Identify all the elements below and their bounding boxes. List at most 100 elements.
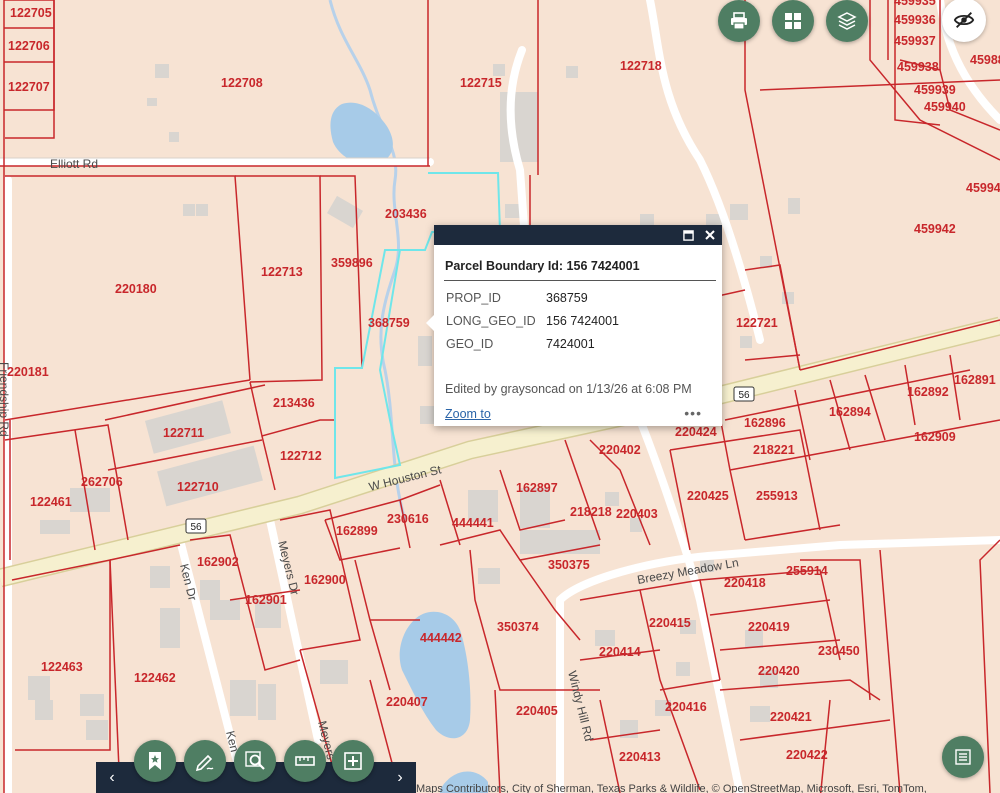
parcel-label: 122715 <box>460 76 502 90</box>
parcel-label: 220422 <box>786 748 828 762</box>
maximize-icon[interactable] <box>680 227 696 243</box>
legend-button[interactable] <box>942 736 984 778</box>
parcel-label: 220403 <box>616 507 658 521</box>
parcel-label: 220407 <box>386 695 428 709</box>
parcel-label: 255914 <box>786 564 828 578</box>
close-icon[interactable] <box>702 227 718 243</box>
toolbar-next-button[interactable]: › <box>390 766 410 790</box>
list-icon <box>955 749 971 765</box>
parcel-label: 162896 <box>744 416 786 430</box>
parcel-label: 220425 <box>687 489 729 503</box>
parcel-label: 122461 <box>30 495 72 509</box>
parcel-label: 444442 <box>420 631 462 645</box>
parcel-label: 162897 <box>516 481 558 495</box>
query-button[interactable] <box>234 740 276 782</box>
parcel-label: 220416 <box>665 700 707 714</box>
attribute-key: GEO_ID <box>446 337 494 351</box>
attribute-value: 7424001 <box>546 337 595 351</box>
attribute-value: 156 7424001 <box>546 314 619 328</box>
parcel-label: 122708 <box>221 76 263 90</box>
eye-off-icon <box>953 12 975 28</box>
toolbar-prev-button[interactable]: ‹ <box>102 766 122 790</box>
attribute-value: 368759 <box>546 291 588 305</box>
parcel-label: 459936 <box>894 13 936 27</box>
parcel-label: 459938 <box>897 60 939 74</box>
popup-header <box>434 225 722 245</box>
print-icon <box>731 12 747 30</box>
highway-shield-56-a: 56 <box>185 518 207 534</box>
parcel-label: 220413 <box>619 750 661 764</box>
parcel-label: 220402 <box>599 443 641 457</box>
parcel-label: 162900 <box>304 573 346 587</box>
parcel-label: 220415 <box>649 616 691 630</box>
parcel-label: 122721 <box>736 316 778 330</box>
parcel-label: 459940 <box>924 100 966 114</box>
add-icon <box>344 752 362 770</box>
parcel-label: 122710 <box>177 480 219 494</box>
parcel-label: 162902 <box>197 555 239 569</box>
parcel-label: 162899 <box>336 524 378 538</box>
grid-icon <box>785 13 801 29</box>
edit-icon <box>195 754 214 772</box>
more-options-icon[interactable]: ••• <box>684 405 702 421</box>
parcel-label: 162894 <box>829 405 871 419</box>
parcel-label: 459935 <box>894 0 936 8</box>
highway-shield-56-b: 56 <box>733 386 755 402</box>
map-attribution: Maps Contributors, City of Sherman, Texa… <box>416 784 927 793</box>
popup-title: Parcel Boundary Id: 156 7424001 <box>445 259 640 273</box>
parcel-label: 459939 <box>914 83 956 97</box>
parcel-label: 459881 <box>970 53 1000 67</box>
parcel-label: 122706 <box>8 39 50 53</box>
parcel-label: 220180 <box>115 282 157 296</box>
parcel-label: 220421 <box>770 710 812 724</box>
parcel-label: 162892 <box>907 385 949 399</box>
search-icon <box>245 751 265 770</box>
parcel-label: 162891 <box>954 373 996 387</box>
parcel-label: 459942 <box>914 222 956 236</box>
parcel-label: 459937 <box>894 34 936 48</box>
parcel-label: 368759 <box>368 316 410 330</box>
parcel-label: 218221 <box>753 443 795 457</box>
zoom-to-link[interactable]: Zoom to <box>445 407 491 421</box>
parcel-label: 220405 <box>516 704 558 718</box>
parcel-label: 230450 <box>818 644 860 658</box>
bookmarks-button[interactable] <box>134 740 176 782</box>
popup-divider <box>444 280 716 281</box>
parcel-label: 213436 <box>273 396 315 410</box>
parcel-label: 122462 <box>134 671 176 685</box>
parcel-label: 262706 <box>81 475 123 489</box>
add-data-button[interactable] <box>332 740 374 782</box>
attribute-row: PROP_ID 368759 <box>446 291 588 305</box>
measure-button[interactable] <box>284 740 326 782</box>
popup-pointer <box>426 315 434 331</box>
parcel-label: 122463 <box>41 660 83 674</box>
parcel-label: 218218 <box>570 505 612 519</box>
visibility-toggle-button[interactable] <box>942 0 986 42</box>
print-button[interactable] <box>718 0 760 42</box>
layers-button[interactable] <box>826 0 868 42</box>
parcel-label: 230616 <box>387 512 429 526</box>
parcel-label: 220424 <box>675 425 717 439</box>
parcel-label: 255913 <box>756 489 798 503</box>
basemap-gallery-button[interactable] <box>772 0 814 42</box>
parcel-label: 162901 <box>245 593 287 607</box>
parcel-label: 122711 <box>163 426 204 440</box>
parcel-label: 220420 <box>758 664 800 678</box>
parcel-label: 444441 <box>452 516 494 530</box>
attribute-key: PROP_ID <box>446 291 501 305</box>
parcel-label: 350375 <box>548 558 590 572</box>
sketch-button[interactable] <box>184 740 226 782</box>
parcel-label: 122712 <box>280 449 322 463</box>
parcel-label: 350374 <box>497 620 539 634</box>
edited-info: Edited by graysoncad on 1/13/26 at 6:08 … <box>445 382 692 396</box>
parcel-label: 459941 <box>966 181 1000 195</box>
parcel-label: 203436 <box>385 207 427 221</box>
measure-icon <box>295 756 315 766</box>
parcel-label: 162909 <box>914 430 956 444</box>
svg-text:56: 56 <box>190 522 202 533</box>
layers-icon <box>837 12 857 30</box>
parcel-popup: Parcel Boundary Id: 156 7424001 PROP_ID 3… <box>426 225 722 426</box>
parcel-label: 220418 <box>724 576 766 590</box>
parcel-label: 220419 <box>748 620 790 634</box>
parcel-label: 220414 <box>599 645 641 659</box>
